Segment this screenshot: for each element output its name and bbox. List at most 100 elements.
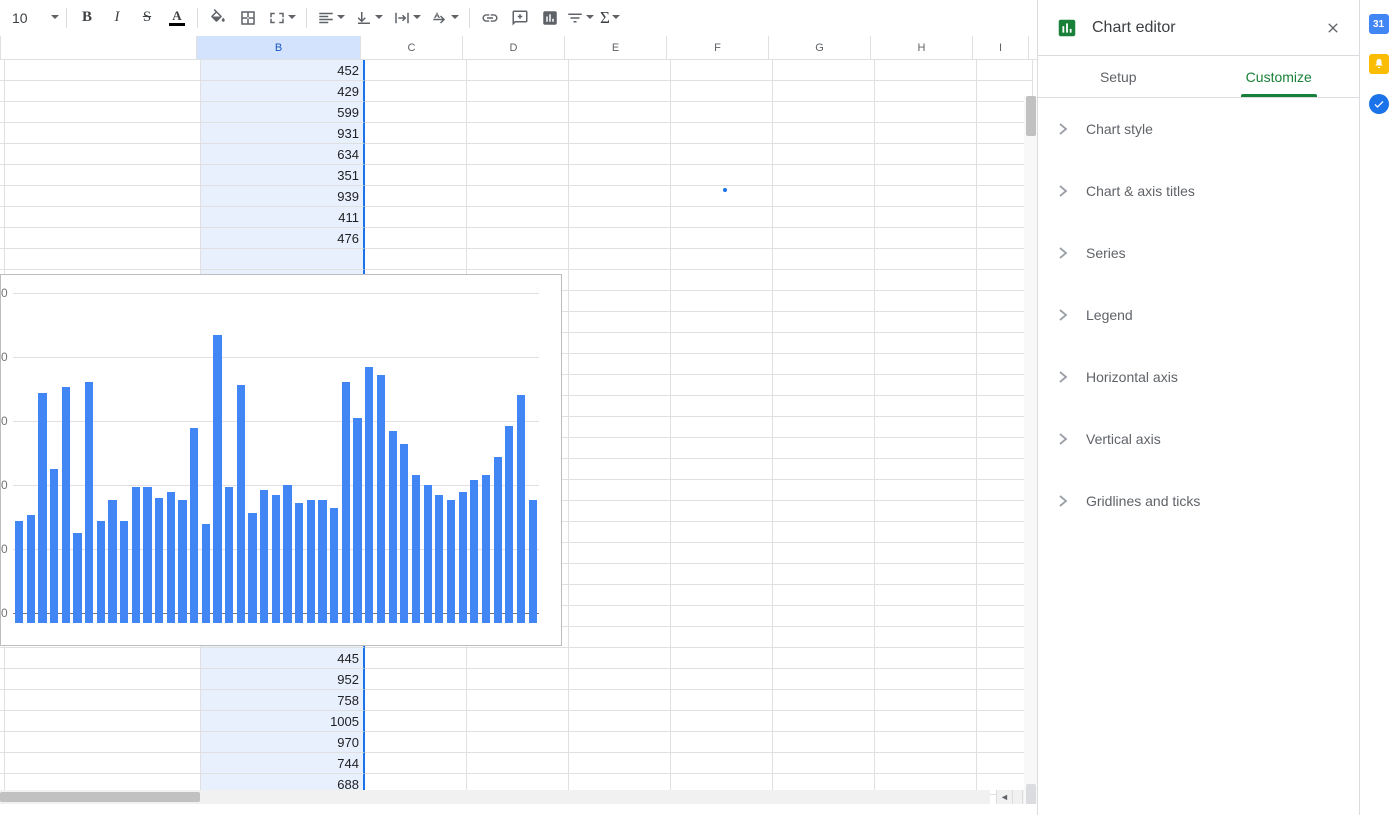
cell[interactable] xyxy=(569,123,671,144)
table-row[interactable]: 758 xyxy=(0,690,1038,711)
cell[interactable] xyxy=(569,690,671,711)
cell[interactable] xyxy=(875,354,977,375)
cell[interactable] xyxy=(773,690,875,711)
cell[interactable] xyxy=(5,165,201,186)
filter-button[interactable] xyxy=(566,5,594,31)
cell[interactable] xyxy=(569,249,671,270)
cell[interactable] xyxy=(875,417,977,438)
cell[interactable]: 411 xyxy=(201,207,365,228)
cell[interactable] xyxy=(365,753,467,774)
cell[interactable] xyxy=(671,564,773,585)
borders-button[interactable] xyxy=(234,5,262,31)
cell[interactable] xyxy=(773,291,875,312)
cell[interactable] xyxy=(773,627,875,648)
cell[interactable] xyxy=(773,102,875,123)
cell[interactable]: 452 xyxy=(201,60,365,81)
cell[interactable] xyxy=(671,732,773,753)
cell[interactable]: 445 xyxy=(201,648,365,669)
cell[interactable] xyxy=(875,81,977,102)
cell[interactable] xyxy=(875,165,977,186)
cell[interactable] xyxy=(569,81,671,102)
cell[interactable]: 351 xyxy=(201,165,365,186)
cell[interactable] xyxy=(569,480,671,501)
embedded-chart[interactable]: 000000 xyxy=(0,274,562,646)
cell[interactable] xyxy=(5,207,201,228)
cell[interactable] xyxy=(875,459,977,480)
cell[interactable] xyxy=(671,60,773,81)
cell[interactable] xyxy=(875,711,977,732)
cell[interactable]: 1005 xyxy=(201,711,365,732)
cell[interactable] xyxy=(671,144,773,165)
cell[interactable]: 634 xyxy=(201,144,365,165)
cell[interactable] xyxy=(5,144,201,165)
cell[interactable] xyxy=(875,102,977,123)
table-row[interactable]: 445 xyxy=(0,648,1038,669)
cell[interactable] xyxy=(467,228,569,249)
cell[interactable] xyxy=(467,165,569,186)
cell[interactable] xyxy=(569,648,671,669)
cell[interactable] xyxy=(671,522,773,543)
cell[interactable] xyxy=(773,564,875,585)
cell[interactable] xyxy=(5,123,201,144)
cell[interactable] xyxy=(569,291,671,312)
cell[interactable] xyxy=(773,438,875,459)
cell[interactable] xyxy=(875,501,977,522)
cell[interactable] xyxy=(569,312,671,333)
cell[interactable] xyxy=(569,186,671,207)
cell[interactable]: 599 xyxy=(201,102,365,123)
cell[interactable] xyxy=(875,186,977,207)
cell[interactable] xyxy=(365,144,467,165)
cell[interactable] xyxy=(773,711,875,732)
text-rotation-button[interactable] xyxy=(427,5,463,31)
cell[interactable]: 952 xyxy=(201,669,365,690)
insert-chart-button[interactable] xyxy=(536,5,564,31)
cell[interactable] xyxy=(5,102,201,123)
cell[interactable] xyxy=(569,438,671,459)
scroll-left-button[interactable]: ◄ xyxy=(996,790,1012,804)
cell[interactable] xyxy=(773,123,875,144)
cell[interactable] xyxy=(5,186,201,207)
table-row[interactable]: 599 xyxy=(0,102,1038,123)
cell[interactable] xyxy=(875,228,977,249)
cell[interactable] xyxy=(569,711,671,732)
cell[interactable] xyxy=(5,249,201,270)
tab-customize[interactable]: Customize xyxy=(1199,56,1360,97)
cell[interactable]: 758 xyxy=(201,690,365,711)
column-header-I[interactable]: I xyxy=(973,36,1029,59)
cell[interactable]: 429 xyxy=(201,81,365,102)
cell[interactable] xyxy=(569,144,671,165)
table-row[interactable]: 952 xyxy=(0,669,1038,690)
cell[interactable] xyxy=(773,228,875,249)
cell[interactable] xyxy=(5,60,201,81)
text-wrap-button[interactable] xyxy=(389,5,425,31)
cell[interactable] xyxy=(467,648,569,669)
cell[interactable] xyxy=(569,333,671,354)
cell[interactable] xyxy=(773,165,875,186)
cell[interactable] xyxy=(671,81,773,102)
cell[interactable] xyxy=(875,753,977,774)
cell[interactable] xyxy=(773,417,875,438)
keep-icon[interactable] xyxy=(1369,54,1389,74)
functions-button[interactable]: Σ xyxy=(596,5,624,31)
cell[interactable]: 744 xyxy=(201,753,365,774)
cell[interactable] xyxy=(773,144,875,165)
cell[interactable] xyxy=(671,249,773,270)
cell[interactable] xyxy=(671,102,773,123)
cell[interactable] xyxy=(5,648,201,669)
insert-link-button[interactable] xyxy=(476,5,504,31)
cell[interactable] xyxy=(773,81,875,102)
cell[interactable] xyxy=(671,228,773,249)
spreadsheet-grid[interactable]: BCDEFGHI 4524295999316343519394114764504… xyxy=(0,36,1038,804)
cell[interactable] xyxy=(875,249,977,270)
horizontal-scrollbar[interactable] xyxy=(0,790,990,804)
cell[interactable] xyxy=(773,186,875,207)
cell[interactable] xyxy=(5,81,201,102)
cell[interactable] xyxy=(671,207,773,228)
cell[interactable] xyxy=(569,543,671,564)
cell[interactable] xyxy=(773,333,875,354)
cell[interactable] xyxy=(671,648,773,669)
font-size-dropdown[interactable] xyxy=(50,6,60,30)
section-horizontal-axis[interactable]: Horizontal axis xyxy=(1038,346,1359,408)
strikethrough-button[interactable]: S xyxy=(133,5,161,31)
cell[interactable] xyxy=(671,270,773,291)
